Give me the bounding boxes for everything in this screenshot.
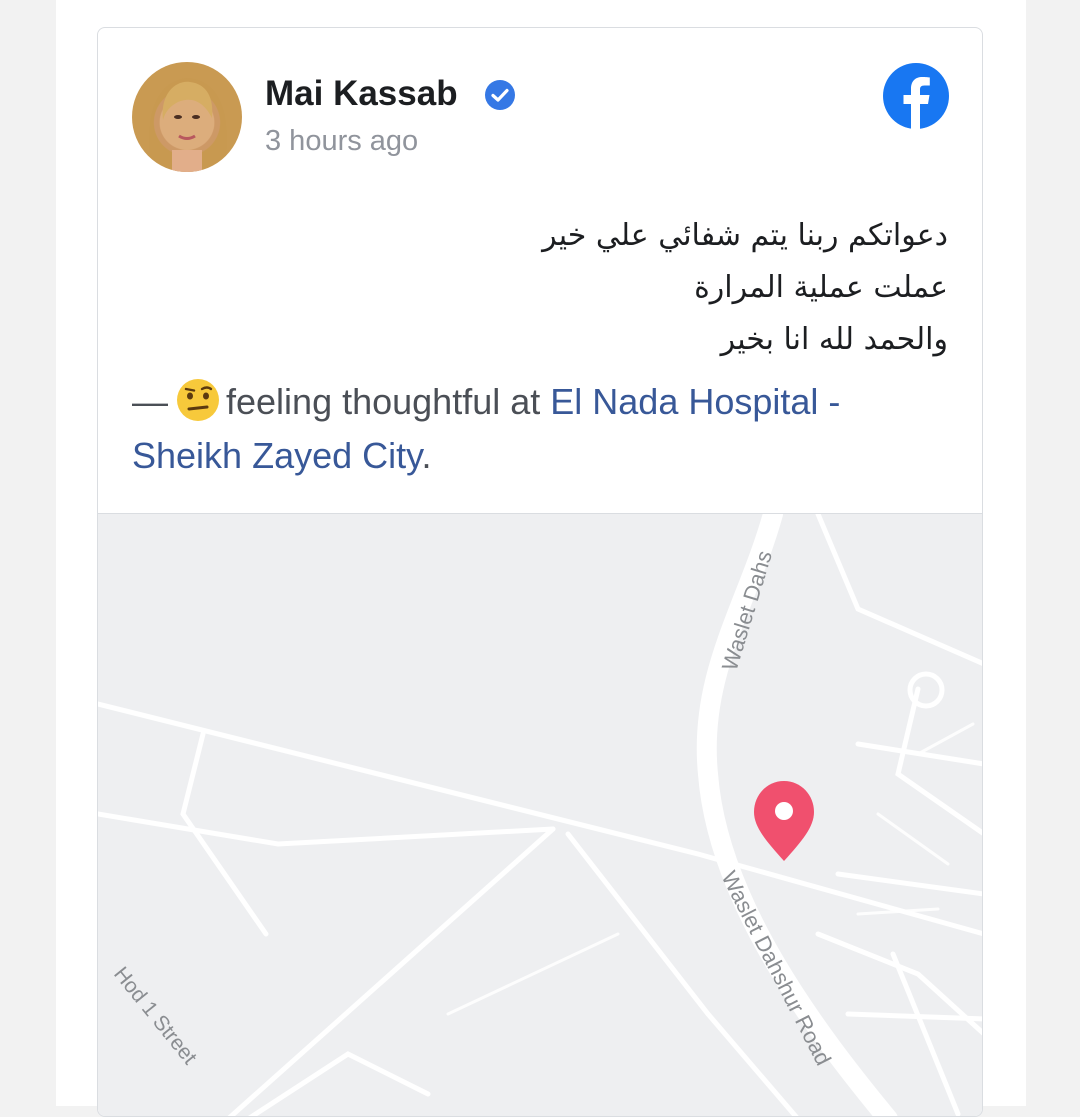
- post-text: دعواتكم ربنا يتم شفائي علي خير عملت عملي…: [248, 210, 948, 366]
- verified-badge-icon: [485, 80, 515, 110]
- post-text-line: دعواتكم ربنا يتم شفائي علي خير: [542, 218, 948, 253]
- activity-line: — feeling thoughtful at El Nada Hospital…: [132, 375, 922, 483]
- post-text-line: عملت عملية المرارة: [694, 270, 948, 305]
- thinking-face-icon: [177, 379, 219, 421]
- map-street-label: Hod 1 Street: [109, 963, 201, 1069]
- feeling-text: feeling thoughtful at: [226, 381, 541, 422]
- map-preview[interactable]: Waslet Dahs Waslet Dahshur Road Hod 1 St…: [98, 513, 982, 1116]
- facebook-post-embed: Mai Kassab 3 hours ago دعواتكم ربنا يتم …: [97, 27, 983, 1117]
- location-pin-icon[interactable]: [754, 781, 814, 861]
- author-name[interactable]: Mai Kassab: [265, 74, 458, 114]
- facebook-logo-icon[interactable]: [883, 63, 949, 129]
- map-road-label-top: Waslet Dahs: [717, 548, 777, 674]
- activity-end: .: [421, 435, 432, 476]
- activity-dash: —: [132, 381, 168, 422]
- post-text-line: والحمد لله انا بخير: [720, 322, 948, 357]
- map-road-label-main: Waslet Dahshur Road: [717, 867, 837, 1069]
- avatar[interactable]: [132, 62, 242, 172]
- post-timestamp[interactable]: 3 hours ago: [265, 125, 418, 158]
